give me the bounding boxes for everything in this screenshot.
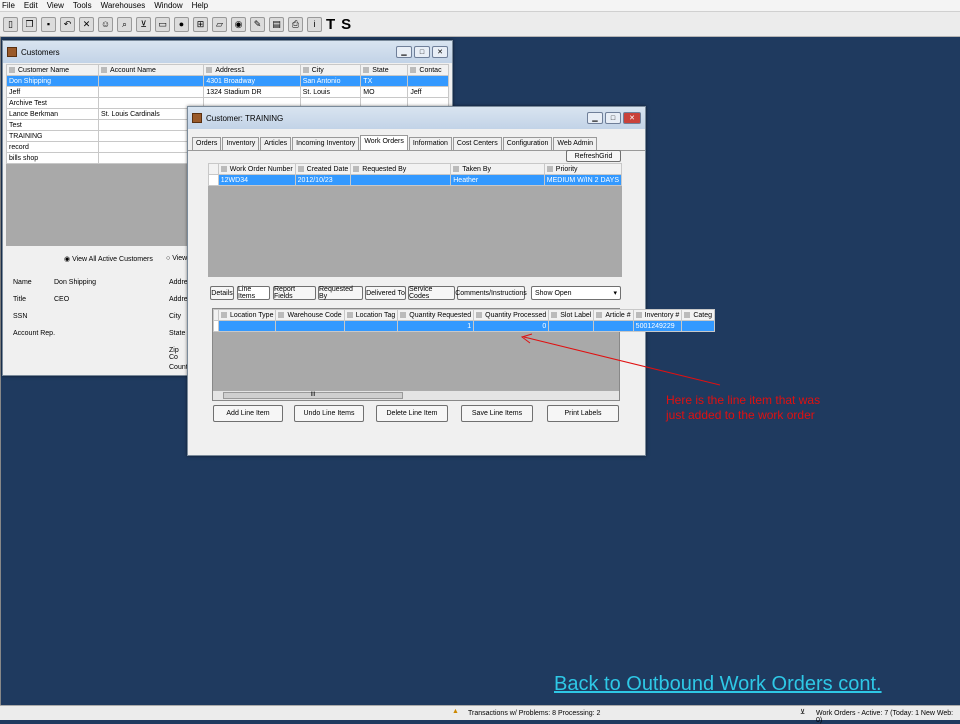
- annotation-arrow: [520, 333, 721, 386]
- status-right: Work Orders - Active: 7 (Today: 1 New We…: [816, 710, 954, 724]
- back-link[interactable]: Back to Outbound Work Orders cont.: [554, 673, 882, 696]
- annotation-text: Here is the line item that was just adde…: [666, 393, 821, 422]
- warning-icon: ▲: [452, 708, 459, 715]
- status-left: Transactions w/ Problems: 8 Processing: …: [468, 710, 601, 717]
- cart-icon: ⊻: [800, 709, 806, 716]
- status-bar: ▲ Transactions w/ Problems: 8 Processing…: [0, 705, 960, 724]
